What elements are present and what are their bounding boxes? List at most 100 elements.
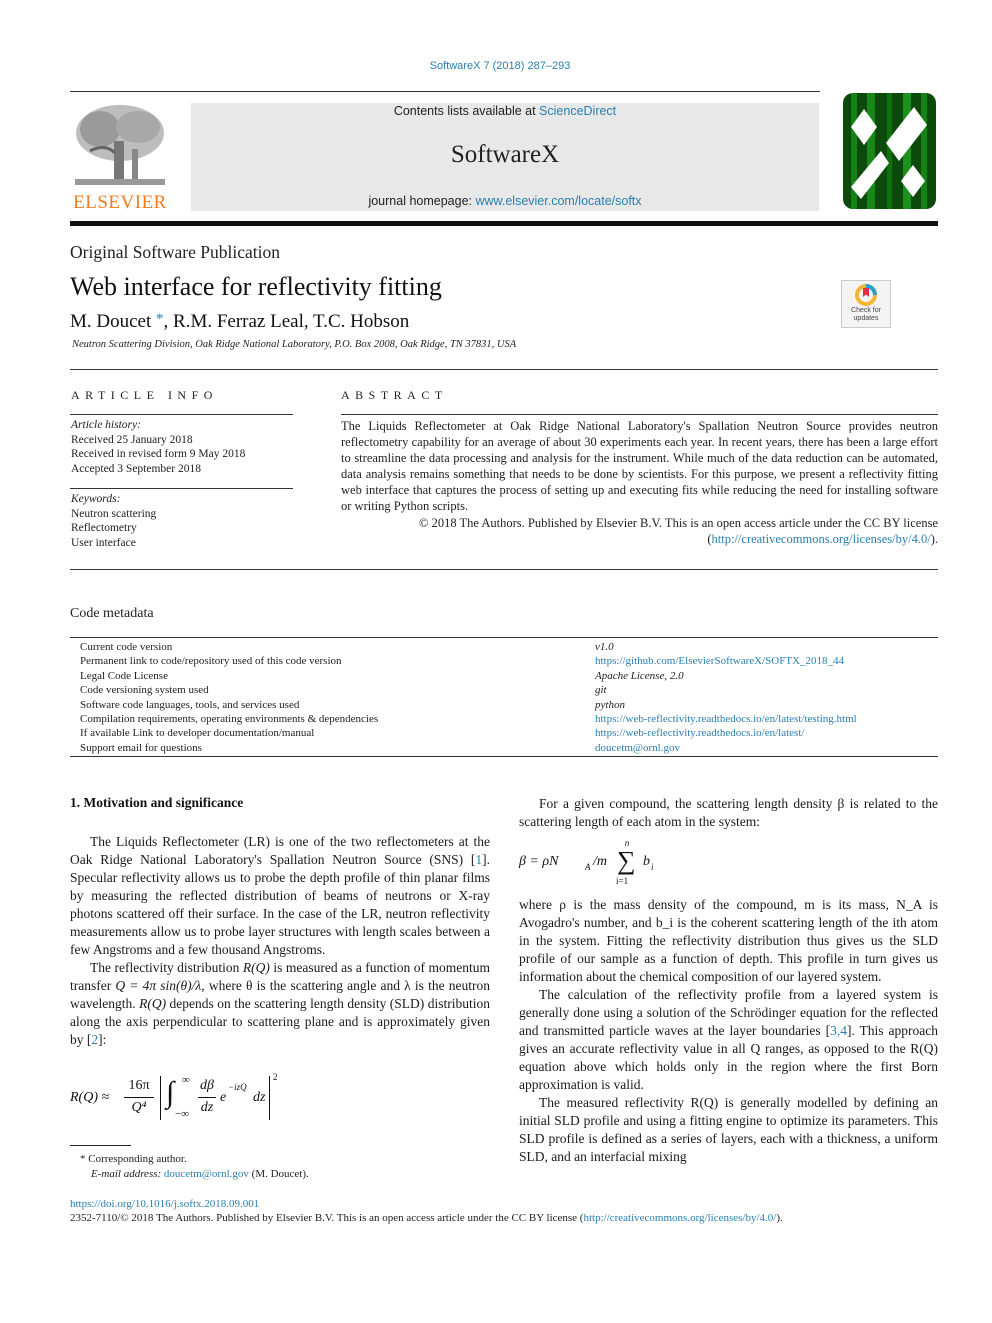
email-link[interactable]: doucetm@ornl.gov bbox=[164, 1168, 249, 1180]
abstract-heading: ABSTRACT bbox=[341, 388, 448, 402]
email-label: E-mail address: bbox=[91, 1168, 162, 1180]
metadata-value: v1.0 bbox=[595, 641, 614, 653]
keywords-rule bbox=[70, 488, 293, 489]
equation-reflectivity: R(Q) ≈ 16π Q⁴ ∫ ∞ −∞ dβ dz e −izQ dz 2 bbox=[70, 1072, 330, 1126]
homepage-prefix: journal homepage: bbox=[368, 194, 476, 208]
header-rule bbox=[70, 91, 820, 92]
eq-tail: dz bbox=[253, 1090, 266, 1105]
footnote-text: Corresponding author. bbox=[88, 1153, 187, 1165]
author-separator: , bbox=[163, 311, 174, 332]
metadata-link[interactable]: doucetm@ornl.gov bbox=[595, 741, 938, 755]
paragraph: The calculation of the reflectivity prof… bbox=[519, 986, 938, 1094]
footnote-rule bbox=[70, 1145, 131, 1146]
title-rule bbox=[70, 369, 938, 370]
issn-text: 2352-7110/© 2018 The Authors. Published … bbox=[70, 1212, 584, 1224]
metadata-key: If available Link to developer documenta… bbox=[80, 727, 315, 740]
author-name[interactable]: M. Doucet bbox=[70, 311, 151, 332]
reference-link[interactable]: 3,4 bbox=[830, 1023, 847, 1038]
corresponding-author-mark[interactable]: * bbox=[156, 311, 164, 327]
code-metadata-row: Support email for questions doucetm@ornl.… bbox=[80, 741, 938, 755]
license-link[interactable]: http://creativecommons.org/licenses/by/4… bbox=[712, 532, 931, 546]
metadata-key: Compilation requirements, operating envi… bbox=[80, 713, 379, 726]
homepage-line: journal homepage: www.elsevier.com/locat… bbox=[191, 194, 819, 208]
history-item: Accepted 3 September 2018 bbox=[71, 462, 201, 475]
metadata-key: Legal Code License bbox=[80, 669, 168, 682]
license-text: © 2018 The Authors. Published by Elsevie… bbox=[418, 515, 938, 530]
paragraph: For a given compound, the scattering len… bbox=[519, 796, 938, 829]
code-metadata-row: Permanent link to code/repository used o… bbox=[80, 654, 938, 668]
header-thick-rule bbox=[70, 221, 938, 226]
history-item: Received 25 January 2018 bbox=[71, 433, 193, 446]
eq-frac-num: dβ bbox=[200, 1078, 214, 1093]
contents-prefix: Contents lists available at bbox=[393, 104, 540, 118]
metadata-link[interactable]: https://github.com/ElsevierSoftwareX/SOF… bbox=[595, 654, 938, 668]
code-metadata-row: Software code languages, tools, and serv… bbox=[80, 698, 938, 712]
article-info-rule bbox=[70, 414, 293, 415]
footnote-mark: * bbox=[80, 1153, 86, 1165]
metadata-key: Current code version bbox=[80, 641, 173, 653]
equation-sld: β = ρN A /m n ∑ i=1 b i bbox=[519, 838, 719, 890]
metadata-key: Software code languages, tools, and serv… bbox=[80, 698, 300, 711]
code-metadata-row: Code versioning system used git bbox=[80, 683, 938, 697]
check-for-updates-badge[interactable]: Check for updates bbox=[841, 280, 891, 328]
abstract-body: The Liquids Reflectometer at Oak Ridge N… bbox=[341, 418, 938, 547]
section1-left-text: The Liquids Reflectometer (LR) is one of… bbox=[70, 833, 490, 1049]
keyword: Neutron scattering bbox=[71, 507, 157, 520]
author-name[interactable]: R.M. Ferraz Leal bbox=[173, 311, 304, 332]
code-metadata-row: Legal Code License Apache License, 2.0 bbox=[80, 669, 938, 683]
paren: ). bbox=[930, 531, 938, 546]
metadata-value: Apache License, 2.0 bbox=[595, 669, 684, 682]
code-metadata-table: Current code version v1.0 Permanent link t… bbox=[80, 640, 938, 755]
eq-term: b bbox=[643, 854, 650, 869]
code-metadata-title: Code metadata bbox=[70, 606, 154, 621]
metadata-key: Support email for questions bbox=[80, 741, 202, 754]
metadata-key: Permanent link to code/repository used o… bbox=[80, 655, 342, 668]
fraction-bar bbox=[124, 1097, 154, 1098]
footnote: * Corresponding author. E-mail address: … bbox=[80, 1152, 309, 1182]
eq-power: 2 bbox=[273, 1072, 278, 1082]
sciencedirect-link[interactable]: ScienceDirect bbox=[539, 104, 616, 118]
metadata-key: Code versioning system used bbox=[80, 684, 209, 697]
eq-frac-den: dz bbox=[200, 1100, 214, 1115]
text: The Liquids Reflectometer (LR) is one of… bbox=[70, 834, 490, 867]
paragraph: where ρ is the mass density of the compo… bbox=[519, 897, 938, 984]
math-rq: R(Q) bbox=[139, 996, 167, 1011]
paragraph: The Liquids Reflectometer (LR) is one of… bbox=[70, 833, 490, 959]
text: ]. Specular reflectivity allows us to pr… bbox=[70, 852, 490, 957]
contents-line: Contents lists available at ScienceDirec… bbox=[191, 104, 819, 118]
keywords-label: Keywords: bbox=[71, 493, 121, 505]
eq-denominator: Q⁴ bbox=[131, 1100, 147, 1115]
text: ]: bbox=[98, 1032, 107, 1047]
text: The reflectivity distribution bbox=[90, 960, 243, 975]
math-q: Q = 4π sin(θ)/λ bbox=[115, 978, 202, 993]
elsevier-wordmark[interactable]: ELSEVIER bbox=[70, 192, 170, 214]
eq-numerator: 16π bbox=[128, 1078, 150, 1093]
paren: ). bbox=[776, 1212, 783, 1224]
math-rq: R(Q) bbox=[242, 960, 270, 975]
journal-citation[interactable]: SoftwareX 7 (2018) 287–293 bbox=[0, 60, 992, 72]
eq-exp-power: −izQ bbox=[228, 1082, 247, 1092]
journal-banner: Contents lists available at ScienceDirec… bbox=[191, 103, 819, 211]
metadata-link[interactable]: https://web-reflectivity.readthedocs.io/… bbox=[595, 712, 938, 726]
author-name[interactable]: T.C. Hobson bbox=[313, 311, 409, 332]
code-metadata-bottom-rule bbox=[70, 756, 938, 757]
code-metadata-row: If available Link to developer documenta… bbox=[80, 726, 938, 740]
doi-link[interactable]: https://doi.org/10.1016/j.softx.2018.09.… bbox=[70, 1198, 259, 1210]
history-item: Received in revised form 9 May 2018 bbox=[71, 448, 246, 460]
email-owner: (M. Doucet). bbox=[248, 1168, 309, 1180]
code-metadata-row: Current code version v1.0 bbox=[80, 640, 938, 654]
article-history: Article history: Received 25 January 201… bbox=[71, 418, 245, 476]
metadata-value: git bbox=[595, 684, 607, 697]
journal-cover-image[interactable] bbox=[841, 91, 938, 211]
section1-right-text-a: For a given compound, the scattering len… bbox=[519, 795, 938, 831]
metadata-link[interactable]: https://web-reflectivity.readthedocs.io/… bbox=[595, 726, 938, 740]
homepage-link[interactable]: www.elsevier.com/locate/softx bbox=[475, 194, 641, 208]
history-label: Article history: bbox=[71, 419, 141, 431]
journal-name: SoftwareX bbox=[450, 141, 560, 168]
abstract-text: The Liquids Reflectometer at Oak Ridge N… bbox=[341, 419, 938, 514]
fraction-bar bbox=[198, 1097, 216, 1098]
eq-lhs: R(Q) ≈ bbox=[70, 1090, 110, 1105]
integral-upper: ∞ bbox=[182, 1074, 190, 1086]
footer-license-link[interactable]: http://creativecommons.org/licenses/by/4… bbox=[583, 1212, 776, 1224]
integral-sign: ∫ bbox=[166, 1076, 175, 1109]
